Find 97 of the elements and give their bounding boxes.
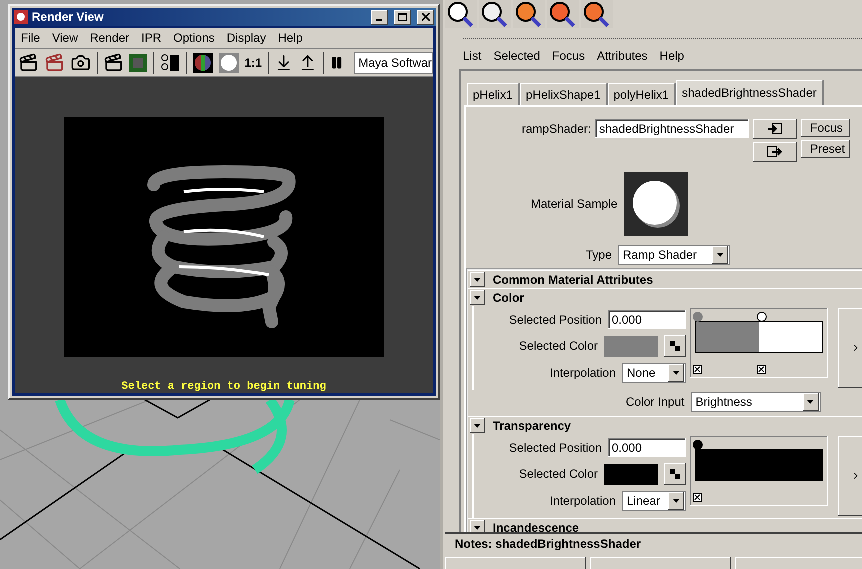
field-label: rampShader: bbox=[522, 122, 592, 136]
menu-item[interactable]: Display bbox=[226, 31, 266, 45]
clapperboard-icon[interactable] bbox=[19, 52, 39, 72]
field-label: Selected Position bbox=[509, 440, 602, 454]
interpolation-dropdown[interactable]: Linear bbox=[622, 491, 686, 511]
color-input-dropdown[interactable]: Brightness bbox=[690, 392, 821, 412]
pause-icon[interactable] bbox=[330, 56, 344, 70]
shelf-button[interactable] bbox=[445, 0, 477, 28]
maximize-icon bbox=[398, 13, 407, 21]
menu-item[interactable]: IPR bbox=[142, 31, 162, 45]
section-header[interactable]: Color bbox=[468, 288, 862, 306]
menu-item[interactable]: Help bbox=[278, 31, 303, 45]
delete-stop-icon[interactable] bbox=[693, 365, 702, 374]
tab[interactable]: shadedBrightnessShader bbox=[676, 80, 824, 105]
ramp-editor[interactable] bbox=[690, 436, 828, 506]
field-label: Interpolation bbox=[550, 494, 616, 508]
tab[interactable]: pHelixShape1 bbox=[520, 83, 608, 105]
minimize-button[interactable] bbox=[371, 10, 388, 24]
close-button[interactable] bbox=[417, 10, 434, 24]
ramp-editor[interactable] bbox=[690, 308, 828, 378]
ramp-stop[interactable] bbox=[693, 312, 703, 322]
shelf-button[interactable] bbox=[479, 0, 511, 28]
type-dropdown[interactable]: Ramp Shader bbox=[618, 245, 730, 265]
field-label: Color Input bbox=[626, 395, 685, 409]
field-label: Type bbox=[586, 248, 612, 262]
menu-item[interactable]: Selected bbox=[494, 49, 540, 65]
app-icon bbox=[14, 10, 28, 24]
checker-button[interactable] bbox=[664, 335, 686, 357]
menu-item[interactable]: Focus bbox=[552, 49, 586, 65]
section-title: Incandescence bbox=[493, 520, 580, 532]
collapse-toggle[interactable] bbox=[470, 520, 485, 532]
zoom-button[interactable]: 1:1 bbox=[244, 56, 262, 70]
close-icon bbox=[422, 13, 430, 21]
clapperboard-icon[interactable] bbox=[104, 52, 124, 72]
color-swatch[interactable] bbox=[604, 336, 658, 356]
tab[interactable]: pHelix1 bbox=[467, 83, 520, 105]
triangle-down-icon bbox=[672, 499, 680, 503]
menu-item[interactable]: Render bbox=[90, 31, 130, 45]
position-field[interactable]: 0.000 bbox=[608, 310, 686, 329]
triangle-down-icon bbox=[474, 296, 481, 300]
collapse-toggle[interactable] bbox=[470, 418, 485, 433]
triangle-down-icon bbox=[807, 400, 814, 404]
delete-stop-icon[interactable] bbox=[757, 365, 766, 374]
menu-item[interactable]: Options bbox=[174, 31, 215, 45]
output-button[interactable] bbox=[753, 142, 798, 162]
ramp-stop[interactable] bbox=[757, 312, 767, 322]
side-button[interactable]: Preset bbox=[801, 140, 850, 158]
triangle-down-icon bbox=[716, 253, 724, 257]
window-title: Render View bbox=[32, 10, 105, 24]
menu-item[interactable]: Attributes bbox=[597, 49, 648, 65]
download-icon[interactable] bbox=[275, 54, 293, 72]
checker-icon bbox=[670, 469, 680, 479]
interpolation-dropdown[interactable]: None bbox=[622, 363, 686, 383]
side-button[interactable]: Focus bbox=[801, 119, 850, 137]
ramp-stop[interactable] bbox=[693, 440, 703, 450]
menu-item[interactable]: File bbox=[21, 31, 40, 45]
shelf-button[interactable] bbox=[581, 0, 613, 28]
checker-icon bbox=[670, 341, 680, 351]
triangle-down-icon bbox=[672, 371, 680, 375]
section-header[interactable]: Transparency bbox=[468, 416, 862, 434]
shelf-button[interactable] bbox=[547, 0, 579, 28]
triangle-down-icon bbox=[474, 424, 481, 428]
triangle-down-icon bbox=[474, 526, 481, 530]
field-label: Selected Position bbox=[509, 312, 602, 326]
section-title: Color bbox=[493, 290, 524, 304]
camera-icon[interactable] bbox=[70, 52, 91, 72]
color-swatch[interactable] bbox=[604, 464, 658, 484]
node-name-field[interactable]: shadedBrightnessShader bbox=[595, 119, 750, 138]
section-title: Transparency bbox=[493, 418, 572, 432]
shelf-button[interactable] bbox=[513, 0, 545, 28]
position-field[interactable]: 0.000 bbox=[608, 438, 686, 457]
delete-stop-icon[interactable] bbox=[693, 493, 702, 502]
section-title: Common Material Attributes bbox=[493, 272, 654, 286]
renderer-dropdown[interactable]: Maya Softwar bbox=[354, 52, 433, 74]
arrow-out-box-icon bbox=[767, 146, 784, 158]
status-text: Select a region to begin tuning bbox=[122, 381, 326, 393]
arrow-into-box-icon bbox=[767, 123, 784, 135]
field-label: Material Sample bbox=[531, 197, 618, 211]
sphere-icon bbox=[630, 179, 681, 229]
field-label: Selected Color bbox=[519, 339, 598, 353]
maximize-button[interactable] bbox=[394, 10, 411, 24]
menu-item[interactable]: Help bbox=[660, 49, 684, 65]
sphere-swatch-icon[interactable] bbox=[218, 52, 239, 72]
field-label: Selected Color bbox=[519, 467, 598, 481]
collapse-toggle[interactable] bbox=[470, 272, 485, 287]
film-frame-icon[interactable] bbox=[129, 54, 148, 72]
menu-item[interactable]: List bbox=[463, 49, 482, 65]
triangle-down-icon bbox=[474, 278, 481, 282]
color-sphere-icon[interactable] bbox=[193, 52, 213, 72]
input-button[interactable] bbox=[753, 119, 798, 139]
render-settings-icon[interactable] bbox=[160, 52, 180, 72]
section-header[interactable]: Common Material Attributes bbox=[468, 270, 862, 288]
field-label: Interpolation bbox=[550, 366, 616, 380]
checker-button[interactable] bbox=[664, 463, 686, 485]
tab[interactable]: polyHelix1 bbox=[608, 83, 676, 105]
collapse-toggle[interactable] bbox=[470, 290, 485, 305]
menu-item[interactable]: View bbox=[52, 31, 78, 45]
